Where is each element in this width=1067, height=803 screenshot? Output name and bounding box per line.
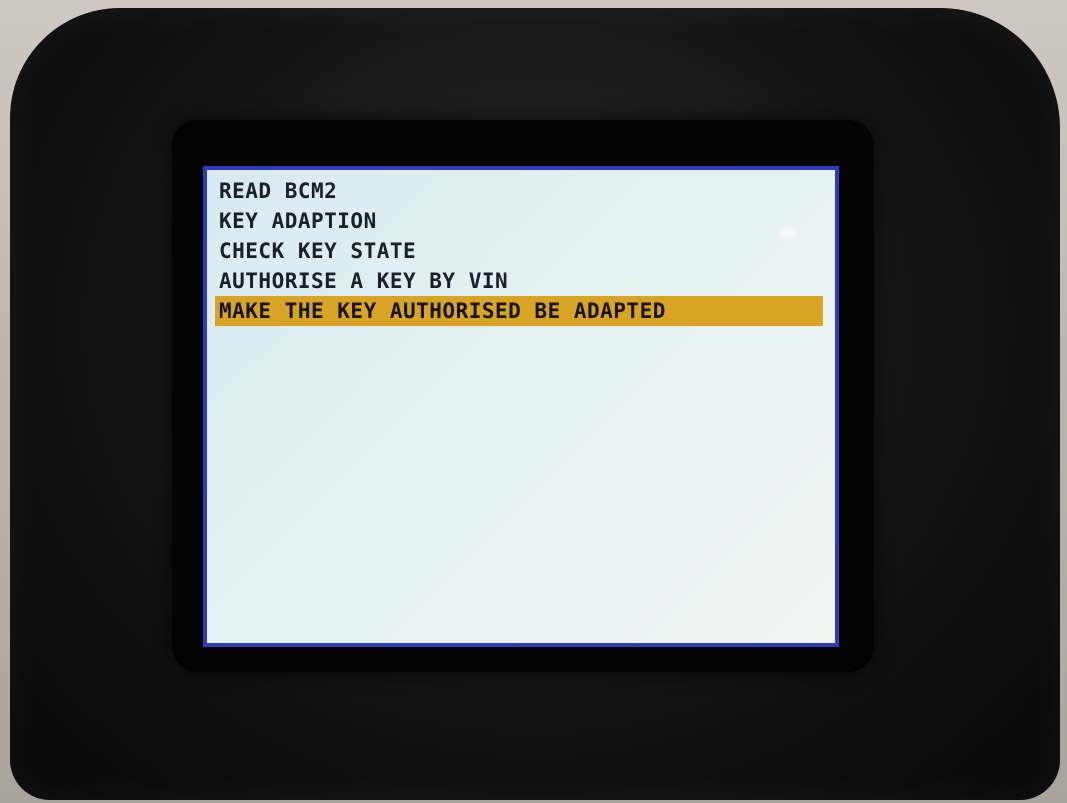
menu-item-authorise-key-by-vin[interactable]: AUTHORISE A KEY BY VIN — [215, 266, 835, 296]
photo-background: READ BCM2 KEY ADAPTION CHECK KEY STATE A… — [0, 0, 1067, 803]
menu-item-make-key-authorised-adapted[interactable]: MAKE THE KEY AUTHORISED BE ADAPTED — [215, 296, 823, 326]
menu-item-check-key-state[interactable]: CHECK KEY STATE — [215, 236, 835, 266]
menu-item-key-adaption[interactable]: KEY ADAPTION — [215, 206, 835, 236]
menu-list: READ BCM2 KEY ADAPTION CHECK KEY STATE A… — [207, 176, 835, 326]
device-screen: READ BCM2 KEY ADAPTION CHECK KEY STATE A… — [203, 166, 839, 647]
screen-glare — [780, 228, 796, 238]
menu-item-read-bcm2[interactable]: READ BCM2 — [215, 176, 835, 206]
